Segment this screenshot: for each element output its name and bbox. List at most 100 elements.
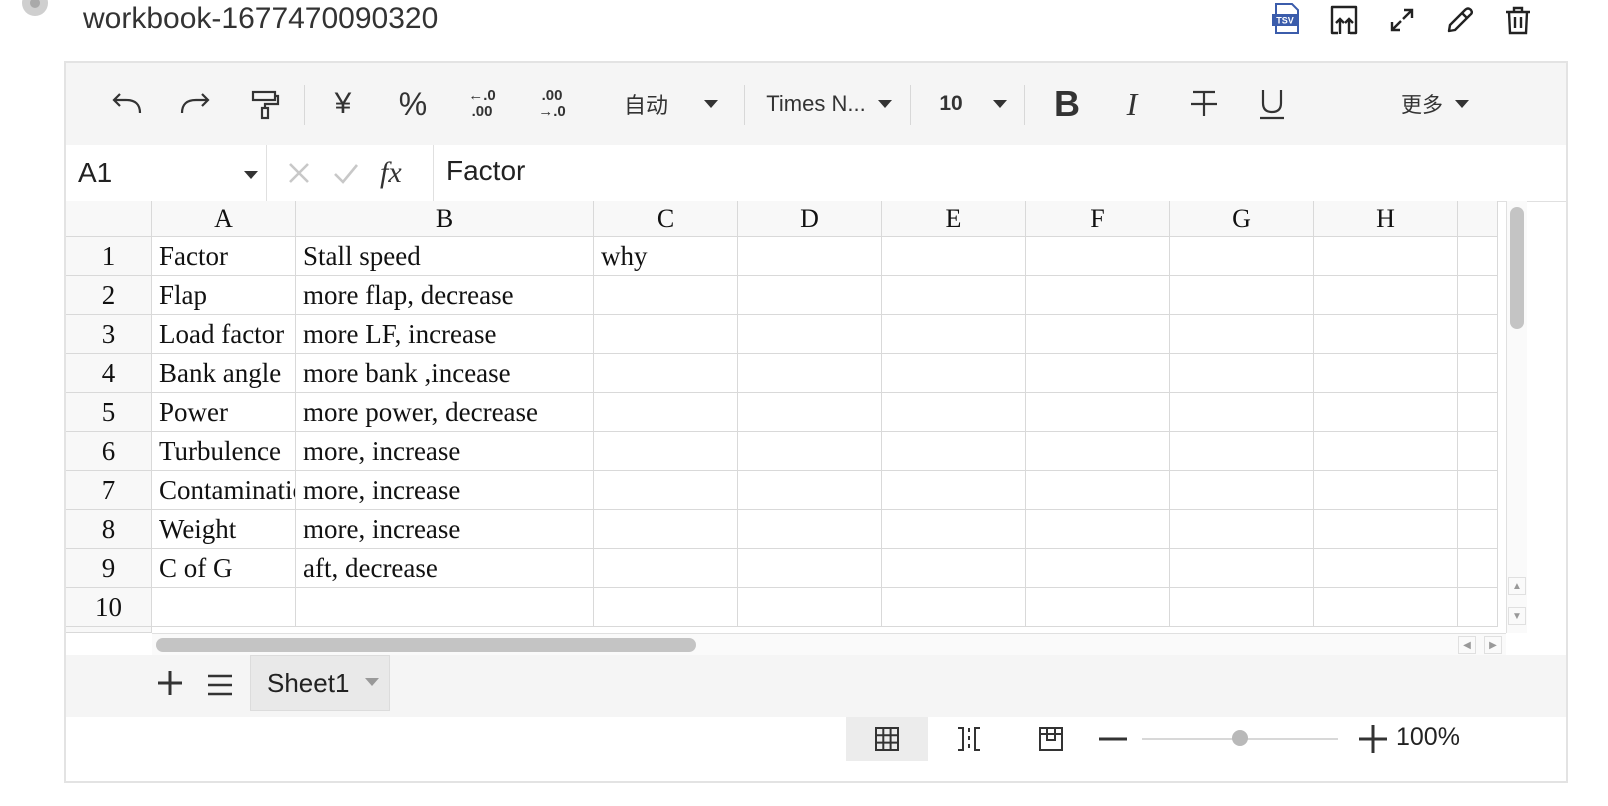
- row-header[interactable]: 8: [66, 510, 152, 549]
- grid-cell[interactable]: [1314, 354, 1458, 393]
- grid-cell[interactable]: [1170, 393, 1314, 432]
- grid-cell[interactable]: [1314, 510, 1458, 549]
- grid-cell-overflow[interactable]: [1458, 510, 1498, 549]
- zoom-in-icon[interactable]: [1348, 717, 1398, 761]
- undo-icon[interactable]: [102, 63, 152, 145]
- grid-cell[interactable]: [594, 315, 738, 354]
- grid-cell[interactable]: [1170, 432, 1314, 471]
- grid-cell[interactable]: [1170, 315, 1314, 354]
- grid-cell[interactable]: more, increase: [296, 510, 594, 549]
- grid-cell[interactable]: [1026, 510, 1170, 549]
- grid-cell[interactable]: [882, 471, 1026, 510]
- normal-view-icon[interactable]: [846, 717, 928, 761]
- grid-cell[interactable]: [738, 354, 882, 393]
- scroll-up-button[interactable]: ▲: [1508, 577, 1526, 595]
- grid-cell[interactable]: [594, 510, 738, 549]
- column-header[interactable]: F: [1026, 201, 1170, 237]
- add-sheet-icon[interactable]: [156, 669, 184, 702]
- sheet-list-icon[interactable]: [206, 671, 234, 704]
- grid-cell[interactable]: [882, 588, 1026, 627]
- grid-cell[interactable]: [1026, 471, 1170, 510]
- redo-icon[interactable]: [170, 63, 220, 145]
- underline-icon[interactable]: [1250, 63, 1294, 145]
- grid-cell-overflow[interactable]: [1458, 393, 1498, 432]
- fullscreen-icon[interactable]: [1386, 4, 1418, 36]
- row-header[interactable]: 5: [66, 393, 152, 432]
- grid-cell[interactable]: more flap, decrease: [296, 276, 594, 315]
- grid-cell[interactable]: Load factor: [152, 315, 296, 354]
- grid-cell[interactable]: [1026, 237, 1170, 276]
- grid-cell[interactable]: [738, 588, 882, 627]
- scroll-down-button[interactable]: ▼: [1508, 607, 1526, 625]
- vertical-scroll-thumb[interactable]: [1510, 207, 1524, 329]
- grid-cell[interactable]: [594, 471, 738, 510]
- column-header[interactable]: A: [152, 201, 296, 237]
- currency-button[interactable]: ¥: [318, 63, 368, 145]
- grid-cell[interactable]: [1170, 276, 1314, 315]
- row-header[interactable]: 4: [66, 354, 152, 393]
- grid-cell[interactable]: [1026, 276, 1170, 315]
- increase-decimal-button[interactable]: .00 →.0: [526, 63, 578, 145]
- cancel-icon[interactable]: [286, 160, 312, 186]
- grid-cell[interactable]: [1026, 549, 1170, 588]
- grid-cell[interactable]: [1170, 471, 1314, 510]
- scroll-left-button[interactable]: ◀: [1458, 636, 1476, 654]
- row-header[interactable]: 2: [66, 276, 152, 315]
- grid-cell[interactable]: more, increase: [296, 471, 594, 510]
- grid-cell[interactable]: Weight: [152, 510, 296, 549]
- vertical-scrollbar[interactable]: ▲ ▼: [1506, 201, 1527, 633]
- grid-cell[interactable]: [1170, 237, 1314, 276]
- confirm-icon[interactable]: [332, 160, 360, 186]
- percent-button[interactable]: %: [388, 63, 438, 145]
- grid-cell[interactable]: [1170, 588, 1314, 627]
- grid-cell[interactable]: [1314, 315, 1458, 354]
- grid-cell[interactable]: [882, 393, 1026, 432]
- grid-cell[interactable]: [738, 276, 882, 315]
- grid-cell-overflow[interactable]: [1458, 354, 1498, 393]
- grid-cell[interactable]: [594, 393, 738, 432]
- grid-cell[interactable]: [882, 354, 1026, 393]
- grid-cell[interactable]: Stall speed: [296, 237, 594, 276]
- grid-cell-overflow[interactable]: [1458, 588, 1498, 627]
- formula-input[interactable]: Factor: [446, 155, 525, 187]
- grid-cell[interactable]: more, increase: [296, 432, 594, 471]
- grid-cell[interactable]: [882, 510, 1026, 549]
- grid-cell[interactable]: [1314, 393, 1458, 432]
- page-break-view-icon[interactable]: [928, 717, 1010, 761]
- column-header[interactable]: B: [296, 201, 594, 237]
- grid-cell-overflow[interactable]: [1458, 276, 1498, 315]
- number-format-dropdown[interactable]: 自动: [606, 63, 736, 145]
- grid-cell[interactable]: [738, 432, 882, 471]
- grid-cell[interactable]: [1314, 588, 1458, 627]
- decrease-decimal-button[interactable]: ←.0 .00: [456, 63, 508, 145]
- grid-cell-overflow[interactable]: [1458, 549, 1498, 588]
- page-layout-view-icon[interactable]: [1010, 717, 1092, 761]
- bold-button[interactable]: B: [1042, 63, 1092, 145]
- grid-cell[interactable]: [1314, 471, 1458, 510]
- scroll-right-button[interactable]: ▶: [1484, 636, 1502, 654]
- grid-cell-overflow[interactable]: [1458, 471, 1498, 510]
- upload-icon[interactable]: [1328, 4, 1360, 36]
- delete-icon[interactable]: [1502, 4, 1534, 36]
- column-header[interactable]: D: [738, 201, 882, 237]
- strikethrough-icon[interactable]: [1182, 63, 1226, 145]
- grid-cell[interactable]: [1314, 432, 1458, 471]
- row-header[interactable]: 7: [66, 471, 152, 510]
- grid-cell[interactable]: [738, 393, 882, 432]
- format-painter-icon[interactable]: [240, 63, 290, 145]
- grid-cell[interactable]: [1026, 354, 1170, 393]
- grid-cell[interactable]: [1170, 354, 1314, 393]
- italic-button[interactable]: I: [1112, 63, 1152, 145]
- grid-cell-overflow[interactable]: [1458, 315, 1498, 354]
- chevron-down-icon[interactable]: [365, 678, 379, 686]
- zoom-out-icon[interactable]: [1088, 717, 1138, 761]
- grid-cell[interactable]: [882, 276, 1026, 315]
- grid-cell[interactable]: [1026, 315, 1170, 354]
- select-all-corner[interactable]: [66, 201, 152, 237]
- grid-cell[interactable]: more LF, increase: [296, 315, 594, 354]
- grid-cell[interactable]: [594, 276, 738, 315]
- grid-cell[interactable]: [1026, 588, 1170, 627]
- column-header[interactable]: C: [594, 201, 738, 237]
- zoom-slider-handle[interactable]: [1232, 730, 1248, 746]
- cell-reference-box[interactable]: A1: [66, 145, 267, 201]
